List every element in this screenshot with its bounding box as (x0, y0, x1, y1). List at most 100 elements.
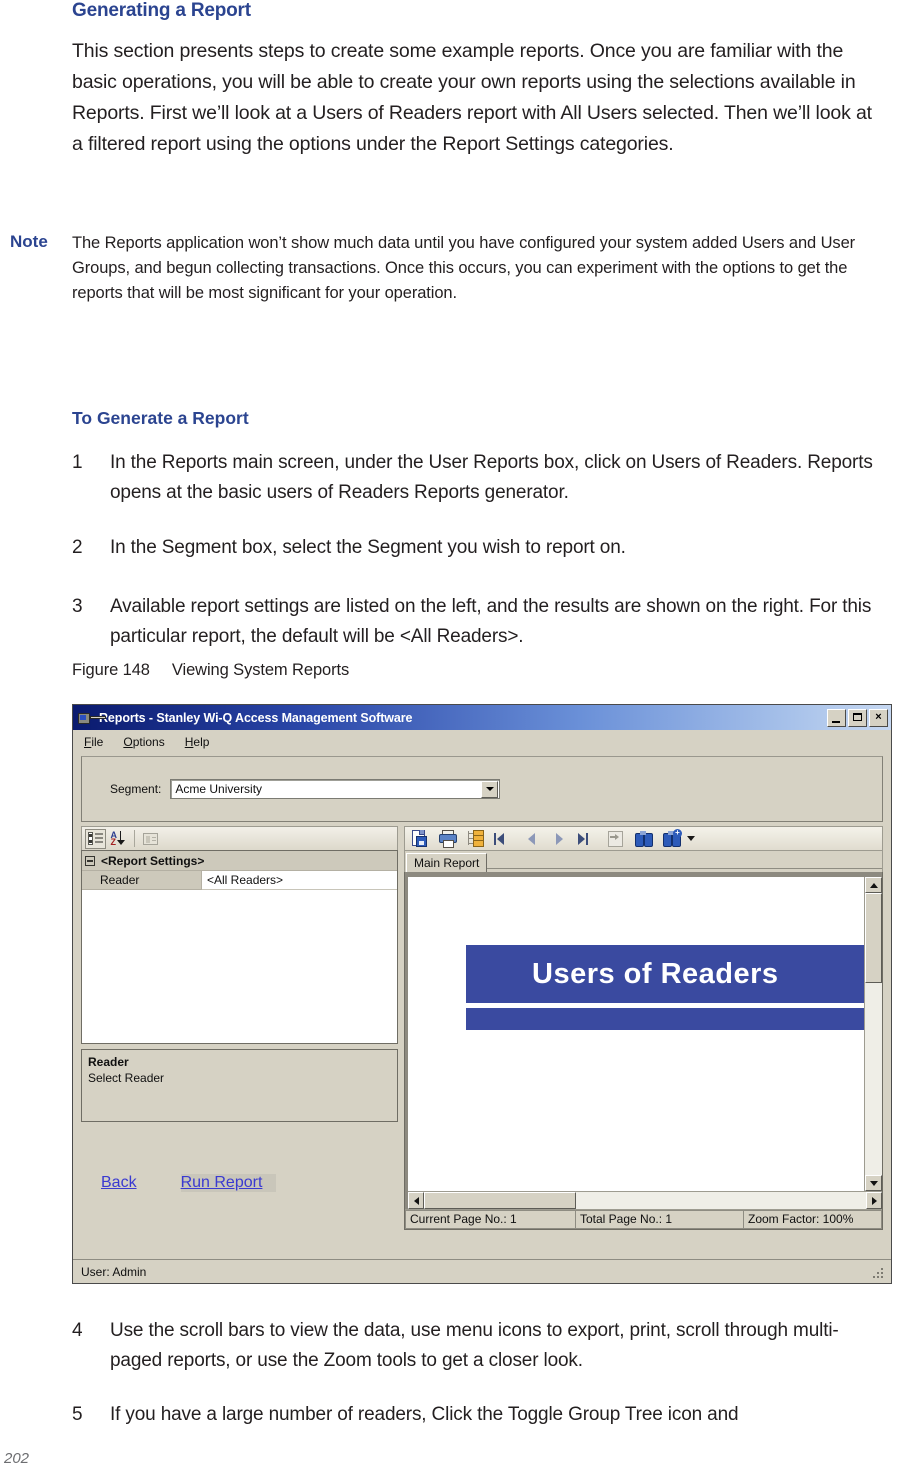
alphabetical-sort-button[interactable]: AZ (108, 829, 129, 849)
segment-group: Segment: Acme University (81, 756, 883, 822)
segment-dropdown-button[interactable] (481, 781, 498, 798)
vertical-scroll-track[interactable] (865, 983, 882, 1175)
step-item: 2 In the Segment box, select the Segment… (72, 533, 884, 563)
print-report-icon[interactable] (438, 829, 457, 848)
toggle-group-tree-icon[interactable] (466, 829, 485, 848)
step-number: 5 (72, 1400, 98, 1430)
scroll-down-button[interactable] (865, 1175, 882, 1191)
menu-label: ptions (133, 735, 165, 749)
run-report-link[interactable]: Run Report (181, 1174, 277, 1192)
report-page: Users of Readers (408, 877, 864, 1191)
step-item: 3 Available report settings are listed o… (72, 592, 884, 652)
step-text: Use the scroll bars to view the data, us… (110, 1316, 884, 1376)
current-user-label: User: Admin (81, 1265, 146, 1279)
find-text-icon[interactable] (634, 829, 653, 848)
report-horizontal-scrollbar[interactable] (408, 1191, 882, 1209)
caret-right-icon (872, 1197, 877, 1205)
page-title: Generating a Report (72, 0, 251, 22)
step-text: Available report settings are listed on … (110, 592, 884, 652)
menu-label: ile (91, 735, 103, 749)
action-links: Back Run Report (81, 1174, 398, 1192)
report-subheader-banner (466, 1008, 864, 1030)
collapse-icon[interactable] (85, 856, 95, 866)
total-page-status: Total Page No.: 1 (575, 1210, 743, 1229)
property-value[interactable]: <All Readers> (202, 871, 397, 890)
last-page-icon[interactable] (578, 829, 597, 848)
description-title: Reader (88, 1054, 391, 1070)
reports-app-icon (77, 710, 94, 726)
description-text: Select Reader (88, 1070, 391, 1086)
window-status-bar: User: Admin (73, 1259, 891, 1283)
back-link[interactable]: Back (101, 1174, 137, 1192)
report-title: Users of Readers (532, 958, 779, 991)
zoom-factor-status: Zoom Factor: 100% (743, 1210, 882, 1229)
report-viewport: Users of Readers (404, 872, 883, 1230)
window-body: AZ <Report Settings> Reader <All Readers… (73, 822, 891, 1230)
resize-grip-icon[interactable] (871, 1266, 883, 1278)
reports-application-window: Reports - Stanley Wi-Q Access Management… (72, 704, 892, 1284)
segment-label: Segment: (110, 782, 161, 796)
property-name: Reader (82, 871, 202, 890)
minimize-button[interactable] (827, 709, 846, 727)
first-page-icon[interactable] (494, 829, 513, 848)
step-number: 1 (72, 448, 98, 478)
menu-item-file[interactable]: File (84, 735, 103, 749)
zoom-icon[interactable]: + (662, 829, 681, 848)
scroll-left-button[interactable] (408, 1192, 424, 1209)
report-status-bar: Current Page No.: 1 Total Page No.: 1 Zo… (405, 1209, 882, 1229)
caret-left-icon (414, 1197, 419, 1205)
property-row-reader[interactable]: Reader <All Readers> (82, 871, 397, 890)
figure-caption: Figure 148 Viewing System Reports (72, 661, 349, 680)
toolbar-separator (134, 830, 135, 847)
manual-page: Generating a Report This section present… (0, 0, 898, 1484)
section-subheading: To Generate a Report (72, 408, 249, 429)
caret-down-icon (870, 1181, 878, 1186)
figure-title: Viewing System Reports (172, 661, 349, 679)
close-icon: × (870, 710, 887, 726)
step-number: 3 (72, 592, 98, 622)
window-title: Reports - Stanley Wi-Q Access Management… (99, 711, 827, 725)
step-number: 4 (72, 1316, 98, 1346)
property-description-box: Reader Select Reader (81, 1049, 398, 1122)
tab-main-report[interactable]: Main Report (406, 853, 487, 872)
sort-alphabetical-icon: AZ (111, 831, 127, 846)
maximize-button[interactable] (848, 709, 867, 727)
report-vertical-scrollbar[interactable] (864, 877, 882, 1191)
horizontal-scroll-thumb[interactable] (424, 1192, 576, 1209)
step-text: If you have a large number of readers, C… (110, 1400, 884, 1430)
scroll-right-button[interactable] (866, 1192, 882, 1209)
export-report-icon[interactable] (410, 829, 429, 848)
next-page-icon[interactable] (550, 829, 569, 848)
figure-number: Figure 148 (72, 661, 150, 679)
close-button[interactable]: × (869, 709, 888, 727)
segment-value: Acme University (171, 782, 481, 796)
property-pages-button[interactable] (140, 829, 161, 849)
report-viewer-pane: + Main Report Users of Readers (404, 826, 883, 1230)
report-canvas-area: Users of Readers (405, 872, 882, 1191)
note-text: The Reports application won’t show much … (72, 231, 862, 306)
note-label: Note (10, 232, 48, 252)
property-category-label: <Report Settings> (101, 854, 204, 868)
scroll-up-button[interactable] (865, 877, 882, 893)
intro-paragraph: This section presents steps to create so… (72, 36, 884, 160)
refresh-report-icon[interactable] (606, 829, 625, 848)
horizontal-scroll-track[interactable] (576, 1192, 866, 1209)
step-item: 5 If you have a large number of readers,… (72, 1400, 884, 1430)
current-page-status: Current Page No.: 1 (405, 1210, 575, 1229)
categorized-view-button[interactable] (85, 829, 106, 849)
menu-item-help[interactable]: Help (185, 735, 210, 749)
menu-label: elp (193, 735, 209, 749)
page-number: 202 (4, 1450, 29, 1467)
property-grid-toolbar: AZ (81, 826, 398, 850)
window-titlebar: Reports - Stanley Wi-Q Access Management… (73, 705, 891, 730)
zoom-dropdown-icon[interactable] (687, 836, 695, 841)
property-category-row[interactable]: <Report Settings> (82, 851, 397, 871)
menu-item-options[interactable]: Options (123, 735, 164, 749)
vertical-scroll-thumb[interactable] (865, 893, 882, 983)
property-grid[interactable]: <Report Settings> Reader <All Readers> (81, 850, 398, 1044)
segment-combobox[interactable]: Acme University (170, 779, 500, 799)
step-text: In the Reports main screen, under the Us… (110, 448, 884, 508)
categorized-icon (88, 832, 103, 845)
step-number: 2 (72, 533, 98, 563)
previous-page-icon[interactable] (522, 829, 541, 848)
